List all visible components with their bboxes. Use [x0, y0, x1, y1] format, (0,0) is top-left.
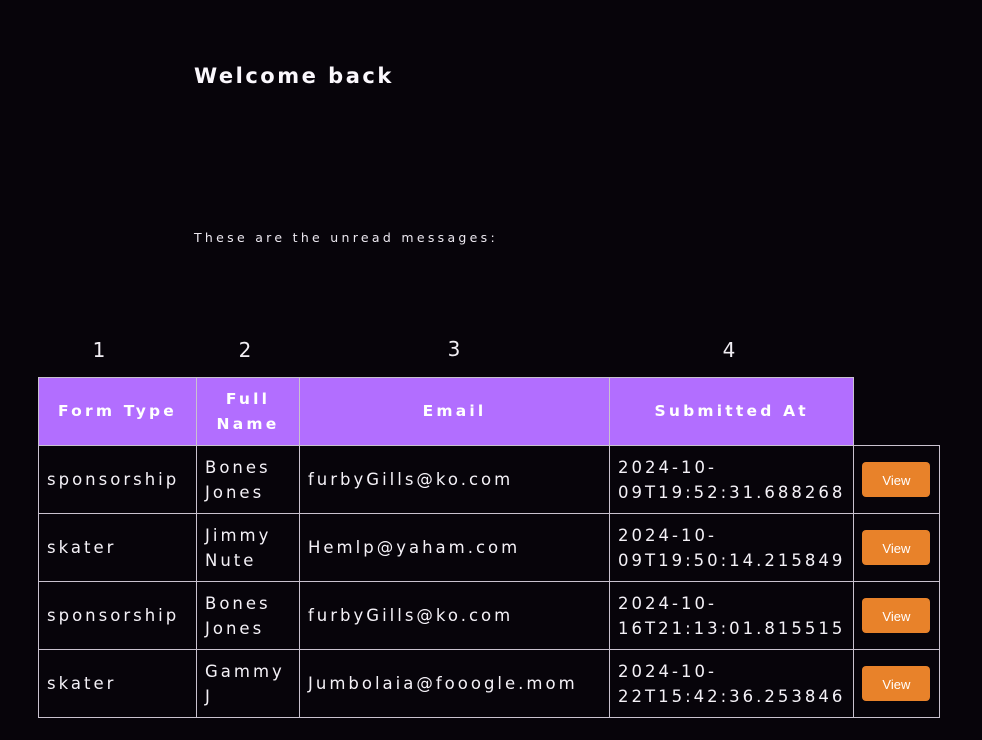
view-button[interactable]: View [862, 598, 931, 633]
header-email: Email [299, 377, 610, 446]
cell-submitted-at: 2024-10-22T15:42:36.253846 [608, 649, 855, 718]
header-actions [853, 377, 940, 446]
cell-action: View [853, 581, 941, 650]
header-full-name: Full Name [196, 377, 300, 446]
table-header-row: Form Type Full Name Email Submitted At [38, 377, 940, 446]
view-button[interactable]: View [862, 530, 931, 565]
cell-full-name: Bones Jones [196, 445, 300, 514]
column-number-2: 2 [238, 338, 252, 362]
cell-submitted-at: 2024-10-09T19:52:31.688268 [608, 445, 855, 514]
page: Welcome back These are the unread messag… [0, 0, 982, 740]
cell-email: furbyGills@ko.com [299, 581, 610, 650]
cell-form-type: sponsorship [38, 581, 197, 650]
header-form-type: Form Type [38, 377, 197, 446]
table-row: sponsorship Bones Jones furbyGills@ko.co… [38, 445, 941, 514]
cell-submitted-at: 2024-10-16T21:13:01.815515 [608, 581, 855, 650]
cell-form-type: skater [38, 649, 197, 718]
cell-form-type: sponsorship [38, 445, 197, 514]
cell-full-name: Gammy J [196, 649, 300, 718]
cell-full-name: Jimmy Nute [196, 513, 300, 582]
unread-messages-subtitle: These are the unread messages: [194, 230, 498, 245]
cell-email: Jumbolaia@fooogle.mom [299, 649, 610, 718]
column-number-1: 1 [92, 338, 106, 362]
cell-form-type: skater [38, 513, 197, 582]
cell-action: View [853, 445, 941, 514]
welcome-heading: Welcome back [194, 64, 394, 88]
table-row: sponsorship Bones Jones furbyGills@ko.co… [38, 581, 941, 650]
cell-submitted-at: 2024-10-09T19:50:14.215849 [608, 513, 855, 582]
column-number-4: 4 [722, 338, 736, 362]
cell-action: View [853, 649, 941, 718]
cell-email: Hemlp@yaham.com [299, 513, 610, 582]
cell-full-name: Bones Jones [196, 581, 300, 650]
table-row: skater Jimmy Nute Hemlp@yaham.com 2024-1… [38, 513, 941, 582]
view-button[interactable]: View [862, 462, 931, 497]
cell-action: View [853, 513, 941, 582]
table-row: skater Gammy J Jumbolaia@fooogle.mom 202… [38, 649, 941, 718]
cell-email: furbyGills@ko.com [299, 445, 610, 514]
column-number-3: 3 [447, 337, 461, 361]
unread-messages-table: Form Type Full Name Email Submitted At s… [38, 377, 941, 718]
view-button[interactable]: View [862, 666, 931, 701]
header-submitted-at: Submitted At [608, 377, 855, 446]
